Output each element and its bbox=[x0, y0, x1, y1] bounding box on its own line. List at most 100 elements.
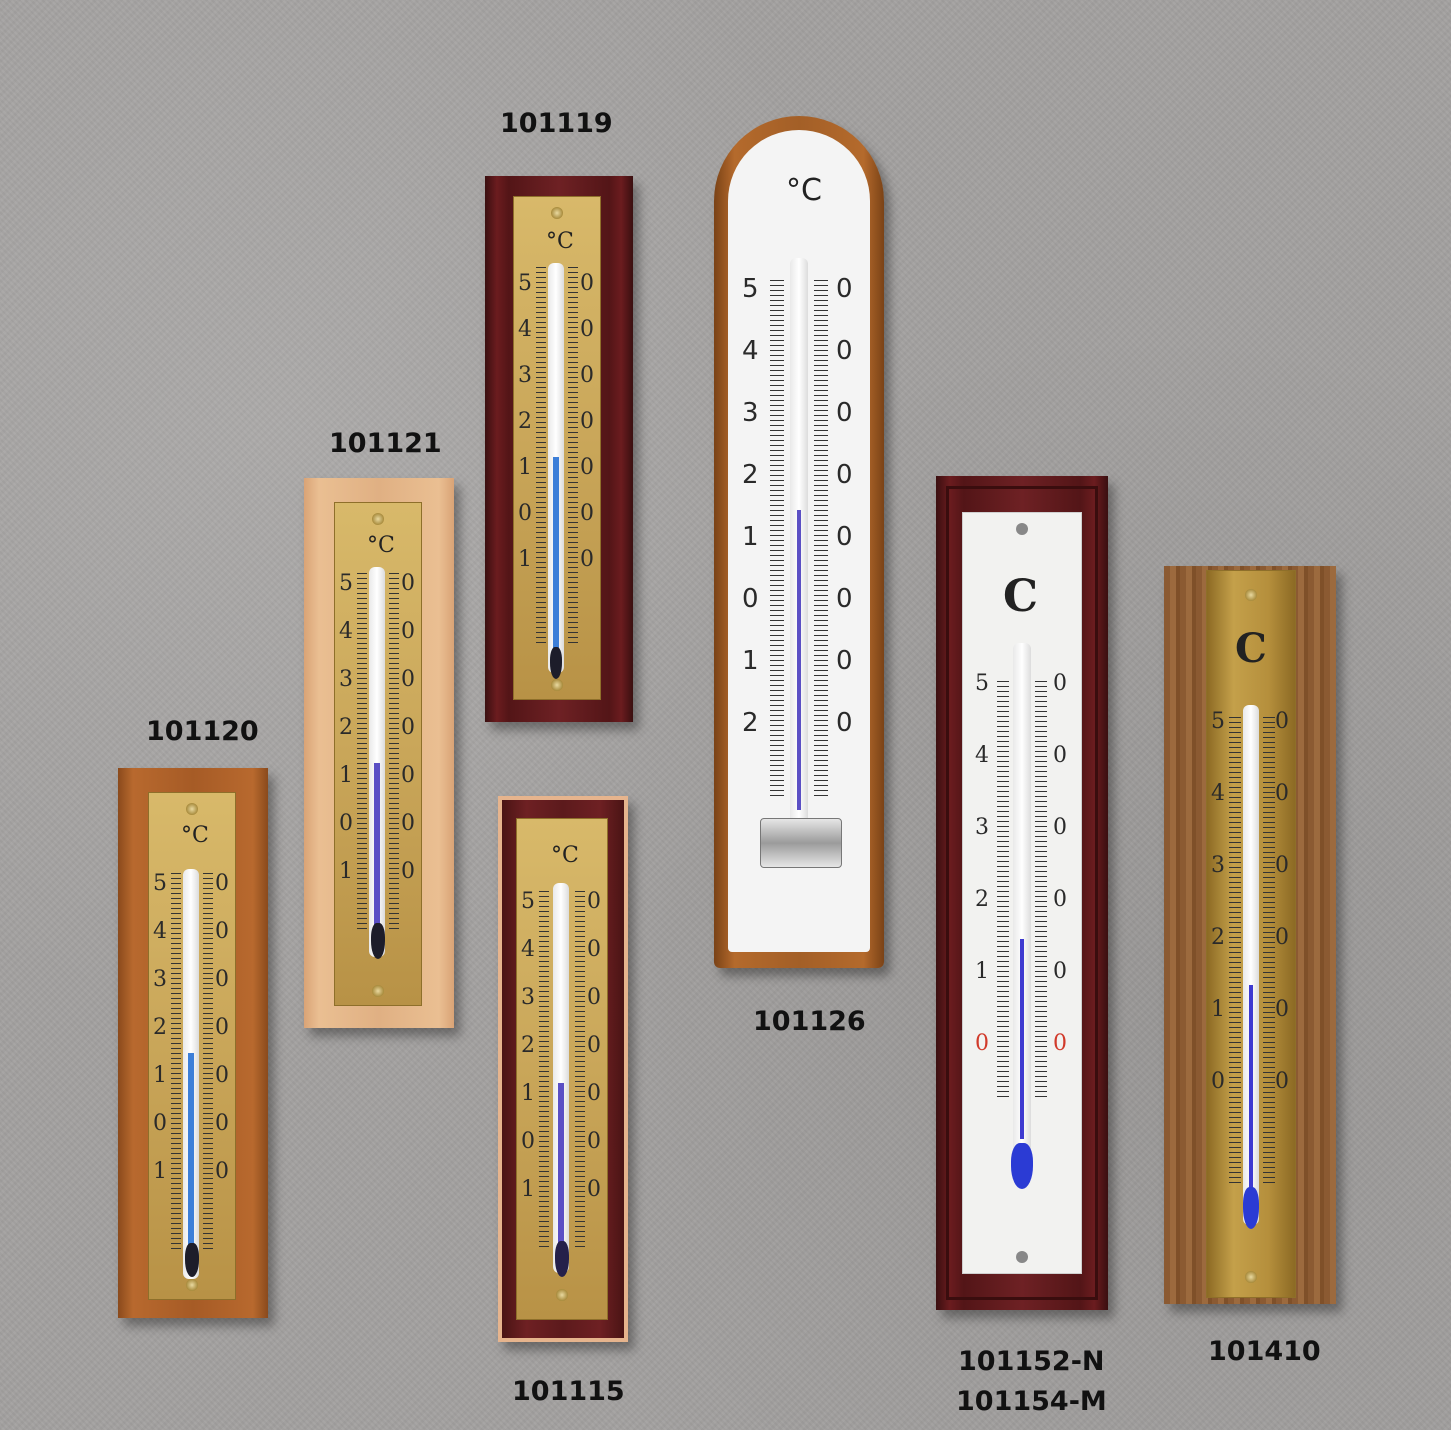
scale-digit-left: 0 bbox=[521, 1129, 535, 1154]
metal-clip bbox=[760, 818, 842, 868]
unit-label: C bbox=[1235, 625, 1267, 672]
thermometer-bulb bbox=[550, 647, 562, 679]
scale-digit-right: 0 bbox=[580, 501, 594, 526]
scale-digit-right: 0 bbox=[215, 1015, 229, 1040]
thermometer-bulb bbox=[371, 923, 385, 959]
scale-digit-left: 4 bbox=[975, 743, 989, 768]
scale-digit-right: 0 bbox=[1053, 887, 1067, 912]
scale-digit-left: 1 bbox=[521, 1081, 535, 1106]
scale-ticks-right bbox=[1035, 681, 1047, 1101]
scale-digit-left: 1 bbox=[521, 1177, 535, 1202]
unit-label: °C bbox=[367, 533, 395, 558]
scale-digit-right: 0 bbox=[836, 522, 853, 552]
thermometer-bulb bbox=[1011, 1143, 1033, 1189]
scale-digit-right: 0 bbox=[836, 398, 853, 428]
scale-ticks-right bbox=[1263, 717, 1275, 1187]
scale-digit-left: 2 bbox=[518, 409, 532, 434]
scale-ticks-left bbox=[1229, 717, 1241, 1187]
mounting-screw-icon bbox=[372, 513, 384, 525]
liquid-column bbox=[797, 510, 801, 810]
scale-digit-right: 0 bbox=[1275, 853, 1289, 878]
model-label-101120: 101120 bbox=[146, 716, 259, 747]
scale-digit-left: 3 bbox=[1211, 853, 1225, 878]
thermometer-101115: °C 5 4 3 2 1 0 1 0 0 0 0 0 0 0 bbox=[498, 796, 628, 1342]
scale-digit-left: 5 bbox=[518, 271, 532, 296]
scale-digit-left: 4 bbox=[1211, 781, 1225, 806]
scale-digit-left: 4 bbox=[742, 336, 759, 366]
liquid-column bbox=[1020, 939, 1024, 1139]
scale-digit-zero-right: 0 bbox=[1053, 1031, 1067, 1056]
scale-digit-left: 0 bbox=[1211, 1069, 1225, 1094]
scale-digit-right: 0 bbox=[401, 619, 415, 644]
scale-digit-left: 4 bbox=[521, 937, 535, 962]
scale-digit-left: 3 bbox=[521, 985, 535, 1010]
scale-digit-left: 1 bbox=[742, 522, 759, 552]
scale-digit-left: 2 bbox=[521, 1033, 535, 1058]
scale-digit-right: 0 bbox=[836, 708, 853, 738]
scale-digit-right: 0 bbox=[587, 889, 601, 914]
scale-ticks-left bbox=[539, 891, 549, 1251]
scale-digit-left: 2 bbox=[975, 887, 989, 912]
scale-digit-right: 0 bbox=[401, 859, 415, 884]
thermometer-101119: °C 5 4 3 2 1 0 1 0 0 0 0 0 0 0 bbox=[485, 176, 633, 722]
scale-digit-right: 0 bbox=[1053, 815, 1067, 840]
scale-digit-right: 0 bbox=[587, 985, 601, 1010]
thermometer-bulb bbox=[185, 1243, 199, 1277]
scale-digit-left: 5 bbox=[339, 571, 353, 596]
scale-digit-zero-left: 0 bbox=[975, 1031, 989, 1056]
mounting-screw-icon bbox=[372, 985, 384, 997]
scale-digit-right: 0 bbox=[401, 571, 415, 596]
scale-digit-right: 0 bbox=[401, 763, 415, 788]
scale-digit-right: 0 bbox=[1275, 709, 1289, 734]
scale-digit-left: 3 bbox=[339, 667, 353, 692]
scale-digit-left: 2 bbox=[742, 460, 759, 490]
scale-digit-right: 0 bbox=[836, 646, 853, 676]
thermometer-bulb bbox=[1243, 1187, 1259, 1229]
scale-digit-right: 0 bbox=[1053, 671, 1067, 696]
scale-digit-right: 0 bbox=[587, 1129, 601, 1154]
thermometer-bulb bbox=[555, 1241, 569, 1277]
scale-digit-left: 1 bbox=[153, 1063, 167, 1088]
scale-digit-left: 3 bbox=[153, 967, 167, 992]
scale-ticks-left bbox=[770, 280, 784, 800]
scale-digit-left: 2 bbox=[742, 708, 759, 738]
scale-ticks-left bbox=[357, 573, 367, 933]
scale-digit-left: 5 bbox=[521, 889, 535, 914]
scale-digit-right: 0 bbox=[580, 271, 594, 296]
model-label-101152-N: 101152-N bbox=[958, 1346, 1105, 1377]
scale-digit-left: 0 bbox=[339, 811, 353, 836]
scale-digit-right: 0 bbox=[587, 937, 601, 962]
liquid-column bbox=[1249, 985, 1253, 1205]
thermometer-101120: °C 5 4 3 2 1 0 1 0 0 0 0 0 0 0 bbox=[118, 768, 268, 1318]
scale-digit-left: 5 bbox=[1211, 709, 1225, 734]
scale-digit-left: 1 bbox=[518, 547, 532, 572]
mounting-screw-icon bbox=[551, 207, 563, 219]
scale-digit-right: 0 bbox=[836, 336, 853, 366]
scale-ticks-right bbox=[814, 280, 828, 800]
scale-digit-left: 3 bbox=[742, 398, 759, 428]
thermometer-101121: °C 5 4 3 2 1 0 1 0 0 0 0 0 0 0 bbox=[304, 478, 454, 1028]
scale-digit-left: 4 bbox=[339, 619, 353, 644]
liquid-column bbox=[188, 1053, 194, 1253]
unit-label: C bbox=[1003, 571, 1039, 622]
mounting-screw-icon bbox=[1016, 523, 1028, 535]
scale-digit-left: 3 bbox=[975, 815, 989, 840]
scale-digit-right: 0 bbox=[215, 967, 229, 992]
scale-digit-right: 0 bbox=[1275, 925, 1289, 950]
scale-digit-right: 0 bbox=[215, 1111, 229, 1136]
scale-digit-left: 1 bbox=[518, 455, 532, 480]
scale-digit-left: 4 bbox=[153, 919, 167, 944]
scale-digit-right: 0 bbox=[836, 460, 853, 490]
scale-digit-left: 0 bbox=[742, 584, 759, 614]
scale-ticks-right bbox=[203, 873, 213, 1253]
model-label-101121: 101121 bbox=[329, 428, 442, 459]
thermometer-101152-N: C 5 4 3 2 1 0 0 0 0 0 0 0 bbox=[936, 476, 1108, 1310]
scale-digit-left: 3 bbox=[518, 363, 532, 388]
scale-digit-right: 0 bbox=[401, 667, 415, 692]
model-label-101119: 101119 bbox=[500, 108, 613, 139]
scale-digit-right: 0 bbox=[401, 811, 415, 836]
scale-digit-left: 1 bbox=[339, 763, 353, 788]
brass-scale-plate: °C 5 4 3 2 1 0 1 0 0 0 0 0 0 0 bbox=[148, 792, 236, 1300]
mounting-screw-icon bbox=[556, 1289, 568, 1301]
scale-digit-left: 4 bbox=[518, 317, 532, 342]
